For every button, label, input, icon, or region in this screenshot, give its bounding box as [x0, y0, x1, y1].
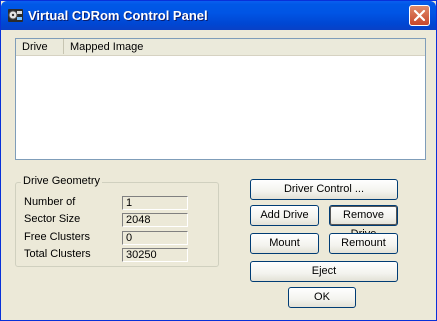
sector-size-value: 2048	[122, 213, 188, 227]
dialog-window: Virtual CDRom Control Panel Drive Mapped…	[0, 0, 437, 321]
cd-drive-icon	[8, 9, 23, 22]
close-button[interactable]	[409, 5, 430, 26]
remount-button[interactable]: Remount	[329, 233, 398, 254]
total-clusters-label: Total Clusters	[24, 248, 91, 260]
remove-drive-button[interactable]: Remove Drive	[329, 205, 398, 240]
number-of-label: Number of	[24, 196, 76, 208]
mapped-drives-list[interactable]: Drive Mapped Image	[15, 38, 426, 160]
window-title: Virtual CDRom Control Panel	[28, 8, 208, 23]
driver-control-button[interactable]: Driver Control ...	[250, 179, 398, 200]
free-clusters-label: Free Clusters	[24, 231, 91, 243]
ok-button[interactable]: OK	[288, 287, 356, 308]
group-title: Drive Geometry	[21, 175, 103, 187]
sector-size-label: Sector Size	[24, 213, 81, 225]
number-of-value: 1	[122, 196, 188, 210]
column-header-drive[interactable]: Drive	[16, 39, 64, 54]
free-clusters-value: 0	[122, 231, 188, 245]
drive-geometry-group: Drive Geometry Number of 1 Sector Size 2…	[15, 175, 219, 267]
add-drive-button[interactable]: Add Drive	[250, 205, 319, 226]
title-bar[interactable]: Virtual CDRom Control Panel	[1, 1, 436, 30]
eject-button[interactable]: Eject	[250, 261, 398, 282]
list-header: Drive Mapped Image	[16, 39, 425, 56]
total-clusters-value: 30250	[122, 248, 188, 262]
close-icon	[413, 9, 426, 22]
column-header-mapped-image[interactable]: Mapped Image	[64, 39, 194, 54]
mount-button[interactable]: Mount	[250, 233, 319, 254]
